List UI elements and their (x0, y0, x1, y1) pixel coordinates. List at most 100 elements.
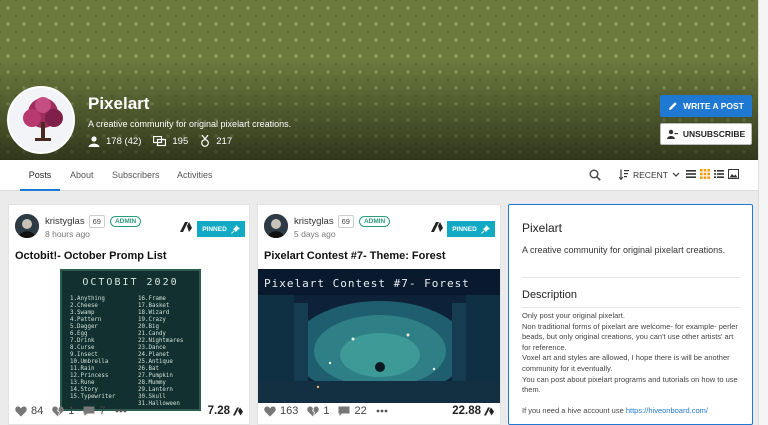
author-reputation: 69 (88, 215, 105, 228)
prompt-item: 21.Candy (138, 331, 166, 337)
prompt-item: 9.Insect (70, 352, 98, 358)
prompt-item: 16.Frame (138, 296, 166, 302)
prompt-item: 2.Cheese (70, 303, 98, 309)
downvote-button[interactable]: 1 (52, 405, 74, 417)
sidebar-title: Pixelart (522, 221, 563, 235)
medal-icon (201, 135, 210, 147)
compact-list-icon[interactable] (714, 169, 724, 179)
sort-icon (619, 169, 629, 180)
post-time[interactable]: 5 days ago (294, 229, 336, 239)
role-badge: ADMIN (109, 216, 142, 227)
pencil-icon (669, 102, 677, 110)
prompt-item: 26.Bat (138, 366, 159, 372)
author-name[interactable]: kristyglas (45, 216, 85, 227)
more-options-button[interactable] (115, 409, 131, 413)
post-time[interactable]: 8 hours ago (45, 229, 90, 239)
prompt-item: 20.Big (138, 324, 159, 330)
post-title[interactable]: Octobit!- October Promp List (15, 250, 167, 262)
upvote-button[interactable]: 163 (264, 405, 298, 417)
post-author: kristyglas 69 ADMIN (294, 215, 391, 228)
prompt-item: 18.Wizard (138, 310, 170, 316)
prompt-item: 3.Swamp (70, 310, 95, 316)
vote-count: 84 (31, 405, 44, 417)
tab-activities[interactable]: Activities (177, 160, 213, 191)
tab-about-label: About (70, 170, 94, 180)
broken-heart-icon (307, 406, 320, 416)
sort-dropdown[interactable]: RECENT (619, 169, 684, 180)
pin-icon (480, 224, 490, 234)
description-heading: Description (522, 289, 578, 301)
author-avatar[interactable] (264, 214, 288, 238)
hive-token-icon (233, 407, 243, 415)
more-options-button[interactable] (376, 409, 392, 413)
comments-button[interactable]: 22 (338, 405, 367, 417)
tab-activities-label: Activities (177, 170, 213, 180)
payout-value: 22.88 (452, 405, 481, 417)
prompt-item: 5.Dagger (70, 324, 98, 330)
community-sidebar: Pixelart A creative community for origin… (508, 204, 753, 425)
octobit-list-left: 1.Anything 2.Cheese 3.Swamp 4.Pattern 5.… (70, 296, 115, 401)
octobit-list-right: 16.Frame 17.Basket 18.Wizard 19.Crazy 20… (138, 296, 183, 408)
post-thumbnail[interactable]: OCTOBIT 2020 1.Anything 2.Cheese 3.Swamp… (60, 269, 201, 411)
prompt-item: 27.Pumpkin (138, 373, 173, 379)
more-icon (376, 409, 388, 413)
comment-count: 7 (99, 405, 106, 417)
more-icon (115, 409, 126, 413)
prompt-item: 30.Skull (138, 394, 166, 400)
post-payout[interactable]: 7.28 (208, 405, 243, 417)
author-avatar-image (15, 214, 39, 238)
upvote-button[interactable]: 84 (15, 405, 43, 417)
tab-about[interactable]: About (70, 160, 94, 191)
pin-icon (230, 224, 240, 234)
tab-subscribers[interactable]: Subscribers (112, 160, 160, 191)
octobit-heading: OCTOBIT 2020 (82, 277, 179, 288)
prompt-item: 13.Rune (70, 380, 95, 386)
forest-heading: Pixelart Contest #7- Forest (264, 277, 470, 290)
posts-count: 195 (172, 135, 189, 147)
post-card[interactable]: kristyglas 69 ADMIN 8 hours ago PINNED O… (8, 204, 250, 425)
community-tagline: A creative community for original pixela… (88, 119, 292, 129)
pinned-label: PINNED (202, 225, 227, 233)
posts-stat: 195 (153, 135, 189, 147)
rank-value: 217 (216, 135, 233, 147)
author-name[interactable]: kristyglas (294, 216, 334, 227)
downvote-count: 1 (68, 405, 75, 417)
search-icon[interactable] (589, 169, 601, 181)
heart-icon (264, 406, 276, 416)
pinned-badge: PINNED (447, 221, 495, 237)
list-view-icon[interactable] (686, 169, 696, 179)
write-post-label: WRITE A POST (683, 101, 744, 111)
prompt-item: 28.Mummy (138, 380, 166, 386)
sidebar-divider (522, 307, 740, 308)
tab-posts[interactable]: Posts (20, 160, 60, 191)
comment-icon (83, 406, 95, 416)
author-avatar[interactable] (15, 214, 39, 238)
page-scrollbar[interactable] (758, 0, 768, 425)
sort-label: RECENT (633, 169, 668, 180)
community-tabbar: Posts About Subscribers Activities RECEN… (0, 160, 758, 191)
description-line: Only post your original pixelart. (522, 311, 625, 320)
author-avatar-image (264, 214, 288, 238)
pinned-label: PINNED (452, 225, 477, 233)
comment-icon (338, 406, 350, 416)
comments-button[interactable]: 7 (83, 405, 106, 417)
post-author: kristyglas 69 ADMIN (45, 215, 142, 228)
unsubscribe-button[interactable]: UNSUBSCRIBE (660, 123, 752, 145)
post-title[interactable]: Pixelart Contest #7- Theme: Forest (264, 250, 446, 262)
prompt-item: 4.Pattern (70, 317, 102, 323)
post-card[interactable]: kristyglas 69 ADMIN 5 days ago PINNED Pi… (257, 204, 501, 425)
image-view-icon[interactable] (728, 169, 739, 179)
broken-heart-icon (52, 406, 64, 416)
grid-view-icon[interactable] (700, 169, 710, 179)
payout-value: 7.28 (207, 405, 230, 417)
prompt-item: 12.Princess (70, 373, 109, 379)
post-payout[interactable]: 22.88 (452, 405, 494, 417)
user-minus-icon (666, 129, 678, 139)
hiveonboard-link[interactable]: https://hiveonboard.com/ (626, 406, 708, 415)
write-post-button[interactable]: WRITE A POST (660, 95, 752, 117)
post-thumbnail[interactable]: Pixelart Contest #7- Forest (258, 269, 500, 403)
hive-icon (431, 222, 443, 232)
subscribers-stat[interactable]: 178 (42) (88, 136, 141, 147)
downvote-button[interactable]: 1 (307, 405, 329, 417)
prompt-item: 7.Drink (70, 338, 95, 344)
